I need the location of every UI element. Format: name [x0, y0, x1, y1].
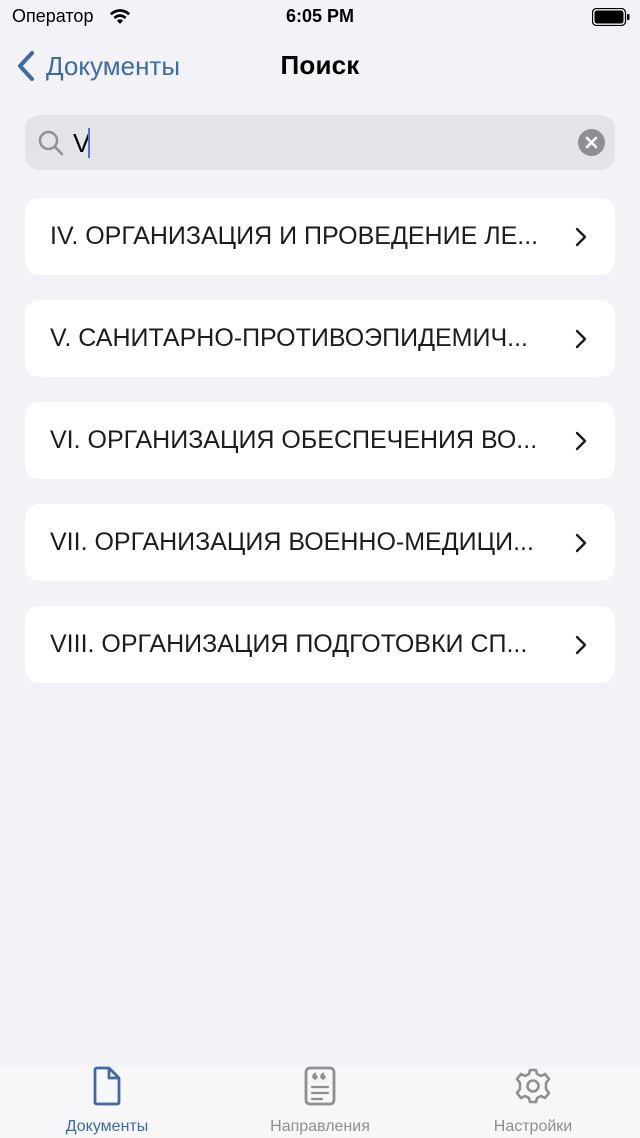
document-icon — [93, 1066, 121, 1106]
chevron-right-icon — [575, 227, 587, 247]
text-cursor — [88, 128, 90, 158]
tab-documents[interactable]: Документы — [7, 1066, 207, 1138]
gear-icon — [515, 1068, 551, 1104]
page-title: Поиск — [280, 50, 360, 80]
list-item-label: VIII. ОРГАНИЗАЦИЯ ПОДГОТОВКИ СП... — [50, 630, 528, 658]
close-icon — [585, 136, 598, 149]
tab-label: Направления — [270, 1118, 370, 1135]
clock: 6:05 PM — [285, 6, 355, 26]
search-input[interactable] — [73, 123, 553, 163]
list-item[interactable]: V. САНИТАРНО-ПРОТИВОЭПИДЕМИЧ... — [25, 300, 615, 377]
list-item[interactable]: VII. ОРГАНИЗАЦИЯ ВОЕННО-МЕДИЦИ... — [25, 504, 615, 581]
battery-icon — [592, 8, 630, 26]
list-item[interactable]: IV. ОРГАНИЗАЦИЯ И ПРОВЕДЕНИЕ ЛЕ... — [25, 198, 615, 275]
tab-settings[interactable]: Настройки — [433, 1066, 633, 1138]
chevron-right-icon — [575, 329, 587, 349]
list-item-label: VI. ОРГАНИЗАЦИЯ ОБЕСПЕЧЕНИЯ ВО... — [50, 426, 538, 454]
search-icon — [38, 130, 64, 156]
search-bar — [25, 115, 615, 170]
status-bar: Оператор 6:05 PM — [0, 0, 640, 36]
list-item-label: VII. ОРГАНИЗАЦИЯ ВОЕННО-МЕДИЦИ... — [50, 528, 534, 556]
list-item-label: V. САНИТАРНО-ПРОТИВОЭПИДЕМИЧ... — [50, 324, 528, 352]
list-item-label: IV. ОРГАНИЗАЦИЯ И ПРОВЕДЕНИЕ ЛЕ... — [50, 222, 539, 250]
tab-label: Настройки — [493, 1118, 573, 1135]
chevron-right-icon — [575, 635, 587, 655]
chevron-right-icon — [575, 431, 587, 451]
list-item[interactable]: VI. ОРГАНИЗАЦИЯ ОБЕСПЕЧЕНИЯ ВО... — [25, 402, 615, 479]
quote-document-icon — [304, 1066, 336, 1106]
tab-label: Документы — [65, 1118, 149, 1135]
clear-search-button[interactable] — [578, 129, 605, 156]
tab-bar: Документы Направления Настройки — [0, 1066, 640, 1138]
navigation-bar: Документы Поиск — [0, 36, 640, 98]
tab-directions[interactable]: Направления — [220, 1066, 420, 1138]
list-item[interactable]: VIII. ОРГАНИЗАЦИЯ ПОДГОТОВКИ СП... — [25, 606, 615, 683]
chevron-right-icon — [575, 533, 587, 553]
